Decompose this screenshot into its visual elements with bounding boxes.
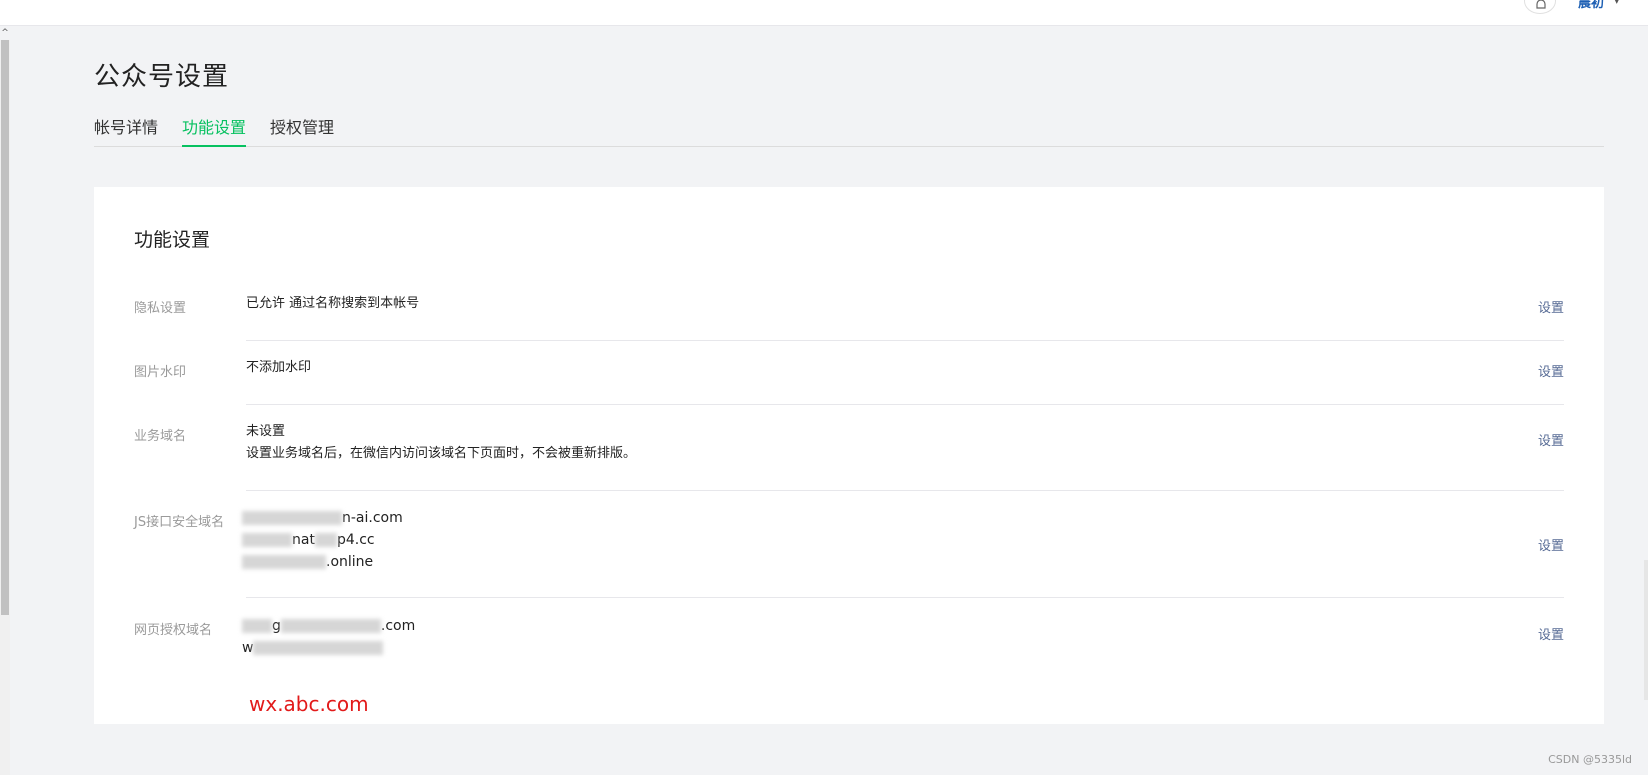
row-label: JS接口安全域名 — [134, 515, 225, 530]
js-domain-list: n-ai.com nat p4.cc .online — [242, 507, 403, 573]
row-label: 业务域名 — [134, 429, 187, 444]
function-settings-card: 功能设置 隐私设置 已允许 通过名称搜索到本帐号 设置 图片水印 不添加水印 设… — [94, 187, 1604, 724]
row-value: 已允许 通过名称搜索到本帐号 — [246, 296, 420, 311]
row-value: 不添加水印 — [246, 360, 312, 375]
divider — [246, 404, 1564, 405]
top-bar: 晨初 ▾ — [0, 0, 1648, 26]
privacy-settings-button[interactable]: 设置 — [1538, 297, 1564, 316]
watermark: CSDN @5335ld — [1548, 753, 1632, 766]
divider — [246, 340, 1564, 341]
tab-account-details[interactable]: 帐号详情 — [94, 114, 158, 147]
account-name[interactable]: 晨初 — [1578, 0, 1604, 11]
domain-item: w — [242, 637, 415, 659]
business-domain-button[interactable]: 设置 — [1538, 430, 1564, 449]
side-handle[interactable] — [1644, 560, 1648, 700]
tab-function-settings[interactable]: 功能设置 — [182, 114, 247, 147]
tab-authorization-management[interactable]: 授权管理 — [270, 114, 334, 147]
notification-bell-icon[interactable] — [1524, 0, 1556, 14]
divider — [246, 490, 1564, 491]
business-domain-hint: 设置业务域名后，在微信内访问该域名下页面时，不会被重新排版。 — [246, 446, 637, 461]
web-auth-domain-button[interactable]: 设置 — [1538, 624, 1564, 643]
divider — [246, 597, 1564, 598]
scroll-up-arrow-icon[interactable]: ^ — [0, 26, 10, 40]
domain-item: .online — [242, 551, 403, 573]
row-label: 图片水印 — [134, 365, 187, 380]
js-safe-domain-button[interactable]: 设置 — [1538, 535, 1564, 554]
business-domain-status: 未设置 — [246, 424, 286, 439]
row-value-group: 未设置 设置业务域名后，在微信内访问该域名下页面时，不会被重新排版。 — [246, 421, 636, 465]
chevron-down-icon[interactable]: ▾ — [1614, 0, 1620, 7]
auth-domain-list: g .com w — [242, 615, 415, 659]
image-watermark-button[interactable]: 设置 — [1538, 361, 1564, 380]
annotation-text: wx.abc.com — [249, 692, 369, 716]
domain-item: g .com — [242, 615, 415, 637]
row-label: 隐私设置 — [134, 301, 187, 316]
scrollbar-thumb[interactable] — [1, 40, 9, 615]
page-title: 公众号设置 — [94, 62, 230, 92]
domain-item: nat p4.cc — [242, 529, 403, 551]
domain-item: n-ai.com — [242, 507, 403, 529]
card-title: 功能设置 — [134, 229, 211, 251]
row-label: 网页授权域名 — [134, 623, 213, 638]
scrollbar[interactable] — [0, 40, 10, 775]
tab-bar: 帐号详情 功能设置 授权管理 — [94, 112, 1604, 147]
